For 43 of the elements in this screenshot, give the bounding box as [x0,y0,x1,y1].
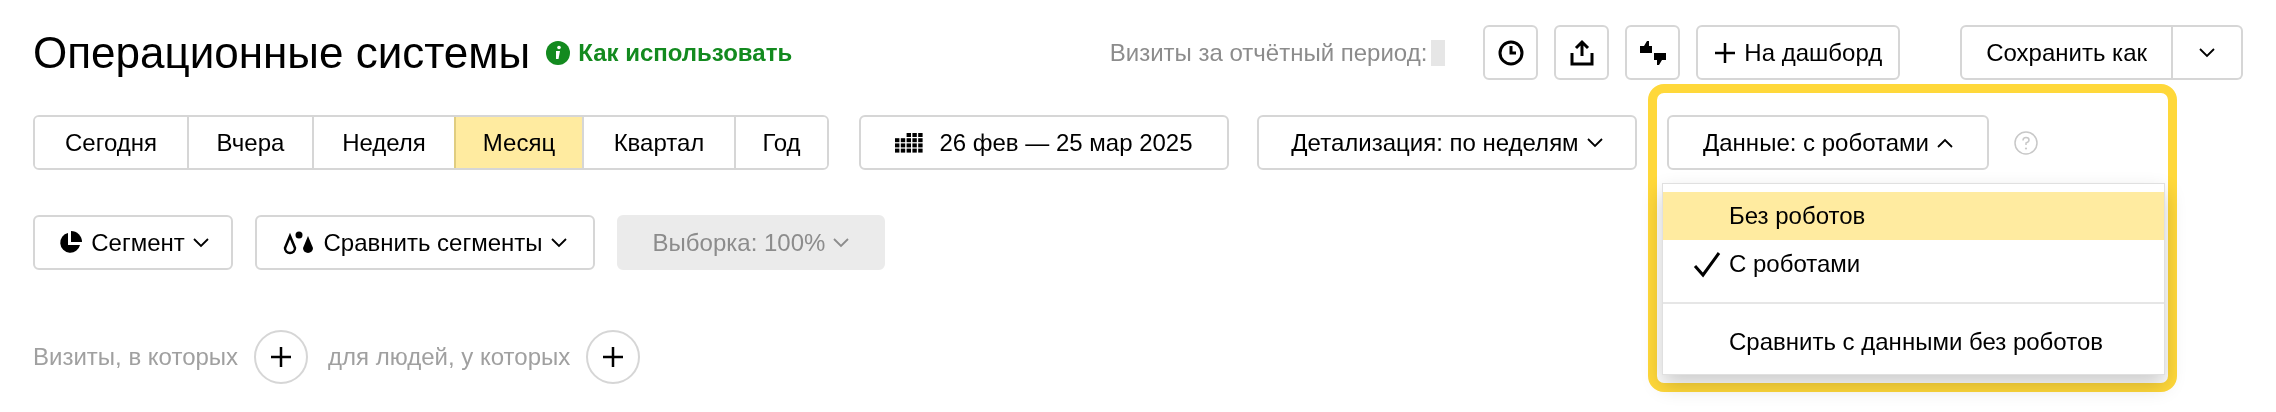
menu-item[interactable]: С роботами [1663,240,2164,288]
condition-label: для людей, у которых [328,342,571,372]
menu-item[interactable]: Сравнить с данными без роботов [1663,318,2164,366]
help-link[interactable]: Как использовать [546,34,793,71]
thumbs-icon [1637,39,1668,66]
export-button[interactable] [1554,25,1610,80]
chevron-up-icon [1936,137,1953,148]
menu-item-label: Без роботов [1729,201,1866,231]
menu-item-label: Сравнить с данными без роботов [1729,327,2103,357]
segment-dropdown[interactable]: Сегмент [33,215,233,270]
date-range-button[interactable]: 26 фев — 25 мар 2025 [859,115,1229,170]
menu-item-label: С роботами [1729,249,1861,279]
period-tab[interactable]: Месяц [454,117,582,168]
add-condition-button[interactable] [586,330,641,384]
feedback-button[interactable] [1625,25,1681,80]
loading-placeholder [1431,39,1446,66]
plus-icon [269,345,294,369]
info-icon [546,40,571,65]
add-to-dashboard-button[interactable]: На дашборд [1696,25,1901,80]
data-dropdown[interactable]: Данные: с роботами [1667,115,1989,170]
plus-icon [1714,41,1737,64]
chevron-down-icon [1586,137,1603,148]
chevron-down-icon [550,237,567,248]
calendar-grid-icon [895,132,924,153]
pie-chart-icon [57,229,84,256]
save-as-button[interactable]: Сохранить как [1960,25,2173,80]
drops-icon [283,229,316,256]
chevron-down-icon [192,237,209,248]
menu-item[interactable]: Без роботов [1663,192,2164,240]
condition-label: Визиты, в которых [33,342,239,372]
chevron-down-icon [833,237,850,248]
period-tab[interactable]: Год [734,117,827,168]
plus-icon [601,345,626,369]
detail-dropdown[interactable]: Детализация: по неделям [1257,115,1637,170]
add-condition-button[interactable] [254,330,309,384]
visits-label: Визиты за отчётный период: [1109,37,1428,68]
segment-dropdown[interactable]: Сравнить сегменты [255,215,595,270]
checkmark-icon [1693,250,1721,278]
share-icon [1568,38,1595,67]
page-title: Операционные системы [33,26,531,79]
history-button[interactable] [1483,25,1539,80]
clock-icon [1496,38,1525,67]
chevron-down-icon [2199,47,2215,58]
